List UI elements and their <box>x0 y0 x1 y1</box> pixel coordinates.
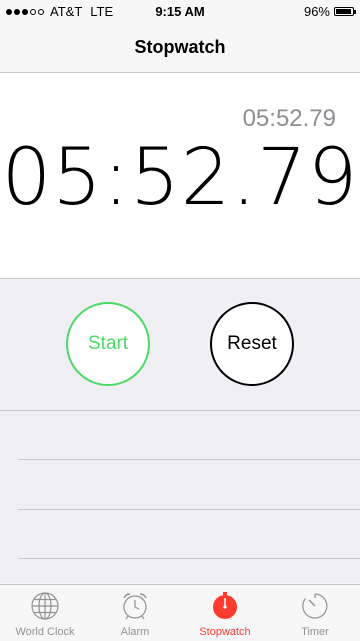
tab-label: Stopwatch <box>199 626 251 638</box>
battery-group: 96% <box>303 4 356 19</box>
globe-icon <box>31 592 59 620</box>
tab-world-clock[interactable]: World Clock <box>0 585 90 641</box>
tab-alarm[interactable]: Alarm <box>90 585 180 641</box>
lap-list-divider <box>18 558 360 559</box>
lap-list-divider <box>0 410 360 411</box>
lap-list-divider <box>18 509 360 510</box>
stopwatch-icon <box>213 592 237 619</box>
battery-percent: 96% <box>303 4 330 19</box>
tab-bar: World Clock Alarm Stopwatch Timer <box>0 584 360 641</box>
controls-area: Start Reset <box>0 279 360 583</box>
status-bar: AT&T LTE 9:15 AM 96% <box>0 0 360 24</box>
reset-button[interactable]: Reset <box>210 302 294 386</box>
lap-time: 05:52.79 <box>242 105 336 132</box>
tab-label: Timer <box>301 626 329 638</box>
alarm-clock-icon <box>123 593 147 620</box>
tab-label: Alarm <box>120 626 150 638</box>
timer-display: 05:52.79 05:52.79 <box>0 73 360 279</box>
start-button[interactable]: Start <box>66 302 150 386</box>
tab-timer[interactable]: Timer <box>270 585 360 641</box>
main-time: 05:52.79 <box>1 133 359 223</box>
timer-icon <box>302 593 328 619</box>
lap-list-divider <box>18 459 360 460</box>
battery-level-fill <box>336 9 352 14</box>
tab-label: World Clock <box>15 626 75 638</box>
navigation-bar: Stopwatch <box>0 24 360 73</box>
page-title: Stopwatch <box>134 37 226 57</box>
battery-icon <box>334 7 356 16</box>
tab-stopwatch[interactable]: Stopwatch <box>180 585 270 641</box>
